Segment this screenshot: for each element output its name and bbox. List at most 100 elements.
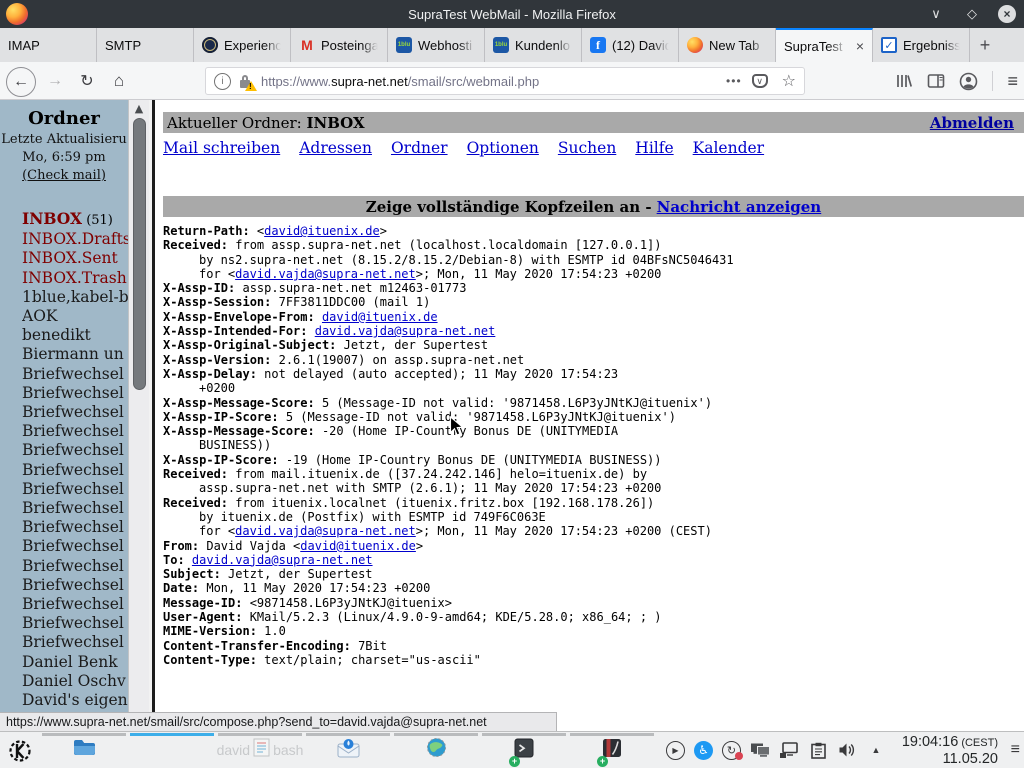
browser-tab-kundenlo[interactable]: 1bluKundenlo xyxy=(485,28,582,62)
minimize-button[interactable]: ∨ xyxy=(926,4,946,24)
menu-link-ordner[interactable]: Ordner xyxy=(391,139,448,157)
scroll-up-icon[interactable]: ▲ xyxy=(129,102,149,115)
folder-item[interactable]: Briefwechsel xyxy=(22,537,128,556)
folder-item[interactable]: 1blue,kabel-b xyxy=(22,288,128,307)
task-button-document[interactable]: davidbash xyxy=(216,732,304,768)
folder-item[interactable]: Briefwechsel xyxy=(22,365,128,384)
accessibility-icon[interactable]: ♿ xyxy=(694,741,713,760)
new-tab-button[interactable]: + xyxy=(970,28,1000,62)
folder-item[interactable]: Briefwechsel xyxy=(22,595,128,614)
folder-item[interactable]: Briefwechsel xyxy=(22,499,128,518)
bookmark-star-icon[interactable]: ☆ xyxy=(782,71,796,91)
browser-tab-new-tab[interactable]: New Tab xyxy=(679,28,776,62)
scrollbar-thumb[interactable] xyxy=(133,118,146,390)
menu-link-optionen[interactable]: Optionen xyxy=(467,139,539,157)
folder-item[interactable]: Briefwechsel xyxy=(22,518,128,537)
url-text[interactable]: https://www.supra-net.net/smail/src/webm… xyxy=(261,74,716,89)
browser-tab-imap[interactable]: IMAP xyxy=(0,28,97,62)
check-mail-link[interactable]: (Check mail) xyxy=(0,168,128,183)
email-address-link[interactable]: david.vajda@supra-net.net xyxy=(192,553,373,567)
tab-label: Webhosti xyxy=(418,38,476,53)
network-icon[interactable] xyxy=(779,740,799,760)
reload-button[interactable]: ↻ xyxy=(74,67,100,95)
clipboard-icon[interactable] xyxy=(808,740,828,760)
panel-settings-icon[interactable]: ≡ xyxy=(1011,741,1020,759)
browser-tab-experienc[interactable]: Experienc xyxy=(194,28,291,62)
url-bar[interactable]: i https://www.supra-net.net/smail/src/we… xyxy=(205,67,805,95)
menu-link-mail-schreiben[interactable]: Mail schreiben xyxy=(163,139,280,157)
header-text: 2.6.1(19007) on assp.supra-net.net xyxy=(271,353,524,367)
menu-link-adressen[interactable]: Adressen xyxy=(299,139,372,157)
sidebar-toggle-icon[interactable] xyxy=(927,73,945,89)
folder-item[interactable]: Briefwechsel xyxy=(22,461,128,480)
folder-item[interactable]: Daniel Benk xyxy=(22,653,128,672)
browser-tab-posteinga[interactable]: MPosteinga xyxy=(291,28,388,62)
task-button-folder[interactable] xyxy=(40,732,128,768)
task-button-firefox[interactable] xyxy=(128,732,216,768)
folder-item[interactable]: Briefwechsel xyxy=(22,576,128,595)
folder-item[interactable]: INBOX.Trash xyxy=(22,269,128,288)
pocket-icon[interactable]: ∨ xyxy=(752,74,768,88)
email-address-link[interactable]: david@ituenix.de xyxy=(264,224,380,238)
back-button[interactable]: ← xyxy=(6,67,36,97)
page-actions-icon[interactable]: ••• xyxy=(726,74,742,88)
home-button[interactable]: ⌂ xyxy=(106,67,132,95)
application-launcher-icon[interactable] xyxy=(8,739,32,763)
folder-item[interactable]: INBOX (51) xyxy=(22,209,128,230)
forward-button[interactable]: → xyxy=(42,67,68,95)
email-address-link[interactable]: david@ituenix.de xyxy=(322,310,438,324)
email-address-link[interactable]: david.vajda@supra-net.net xyxy=(235,524,416,538)
folders-scrollbar[interactable]: ▲ ▼ xyxy=(128,100,149,731)
email-address-link[interactable]: david.vajda@supra-net.net xyxy=(315,324,496,338)
email-address-link[interactable]: david@ituenix.de xyxy=(300,539,416,553)
menu-link-suchen[interactable]: Suchen xyxy=(558,139,616,157)
show-message-link[interactable]: Nachricht anzeigen xyxy=(657,198,822,216)
folder-item[interactable]: Daniel Oschv xyxy=(22,672,128,691)
menu-link-hilfe[interactable]: Hilfe xyxy=(635,139,673,157)
header-field-name: Content-Transfer-Encoding: xyxy=(163,639,351,653)
browser-tab--12-david[interactable]: f(12) David xyxy=(582,28,679,62)
maximize-button[interactable]: ◇ xyxy=(962,4,982,24)
volume-icon[interactable] xyxy=(837,740,857,760)
task-button-konsole[interactable]: + xyxy=(480,732,568,768)
folder-item[interactable]: Briefwechsel xyxy=(22,384,128,403)
browser-tab-ergebniss[interactable]: ✓Ergebniss xyxy=(873,28,970,62)
folder-item[interactable]: INBOX.Drafts xyxy=(22,230,128,249)
folder-item[interactable]: INBOX.Sent xyxy=(22,249,128,268)
expand-tray-icon[interactable]: ▲ xyxy=(866,740,886,760)
folder-item[interactable]: Biermann un xyxy=(22,345,128,364)
globe-icon xyxy=(426,737,447,763)
menu-link-kalender[interactable]: Kalender xyxy=(693,139,764,157)
tab-close-icon[interactable]: × xyxy=(856,38,864,54)
browser-tab-webhosti[interactable]: 1bluWebhosti xyxy=(388,28,485,62)
task-button-kmail[interactable] xyxy=(304,732,392,768)
digital-clock[interactable]: 19:04:16 (CEST) 11.05.20 xyxy=(902,734,998,767)
browser-tab-smtp[interactable]: SMTP xyxy=(97,28,194,62)
account-icon[interactable] xyxy=(959,72,978,91)
browser-tab-supratest[interactable]: SupraTest× xyxy=(776,28,873,62)
folder-item[interactable]: Briefwechsel xyxy=(22,614,128,633)
menu-hamburger-icon[interactable]: ≡ xyxy=(1007,71,1018,92)
email-address-link[interactable]: david.vajda@supra-net.net xyxy=(235,267,416,281)
task-button-globe[interactable] xyxy=(392,732,480,768)
folder-item[interactable]: benedikt xyxy=(22,326,128,345)
mixed-content-lock-icon[interactable] xyxy=(239,74,253,89)
folder-item[interactable]: Briefwechsel xyxy=(22,422,128,441)
media-play-icon[interactable]: ▶ xyxy=(666,741,685,760)
task-button-editor[interactable]: + xyxy=(568,732,656,768)
displays-icon[interactable] xyxy=(750,740,770,760)
folder-item[interactable]: Briefwechsel xyxy=(22,441,128,460)
folder-item[interactable]: AOK xyxy=(22,307,128,326)
updates-icon[interactable]: ↻ xyxy=(722,741,741,760)
folder-item[interactable]: David's eigen xyxy=(22,691,128,710)
folder-item[interactable]: Briefwechsel xyxy=(22,557,128,576)
header-text: BUSINESS)) xyxy=(199,438,271,452)
library-icon[interactable] xyxy=(895,73,913,89)
folder-item[interactable]: Briefwechsel xyxy=(22,480,128,499)
close-button[interactable]: × xyxy=(998,5,1016,23)
folder-item[interactable]: Briefwechsel xyxy=(22,633,128,652)
logout-link[interactable]: Abmelden xyxy=(930,114,1014,132)
header-text: for < xyxy=(199,524,235,538)
page-info-icon[interactable]: i xyxy=(214,73,231,90)
folder-item[interactable]: Briefwechsel xyxy=(22,403,128,422)
